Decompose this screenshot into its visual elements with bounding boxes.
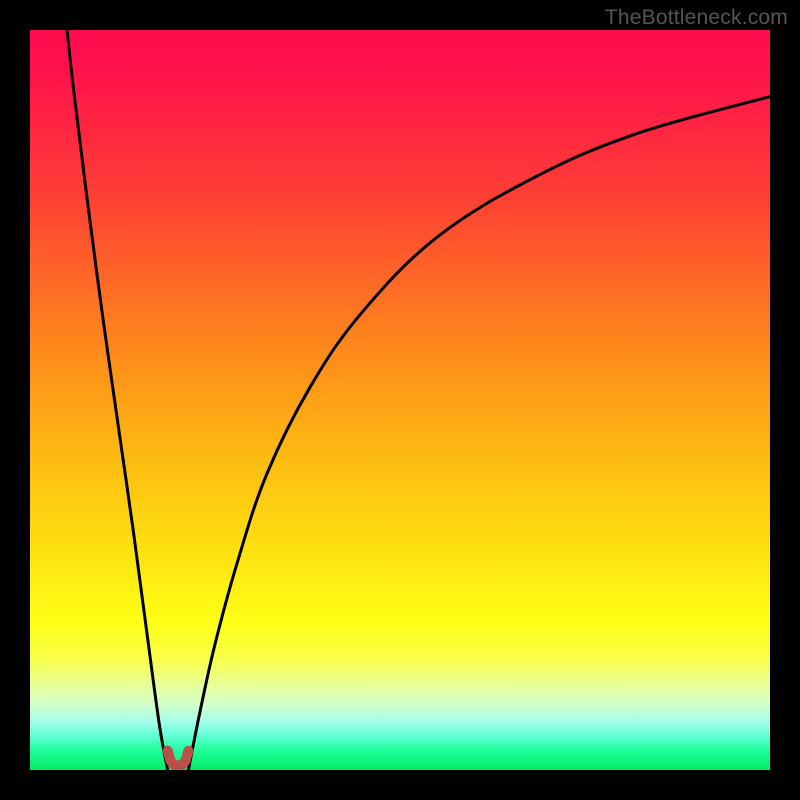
- curve-left-branch: [67, 30, 168, 770]
- watermark-text: TheBottleneck.com: [605, 6, 788, 30]
- minimum-marker: [168, 751, 189, 766]
- bottleneck-curve: [30, 30, 770, 770]
- chart-plot-area: [30, 30, 770, 770]
- curve-right-branch: [188, 97, 770, 770]
